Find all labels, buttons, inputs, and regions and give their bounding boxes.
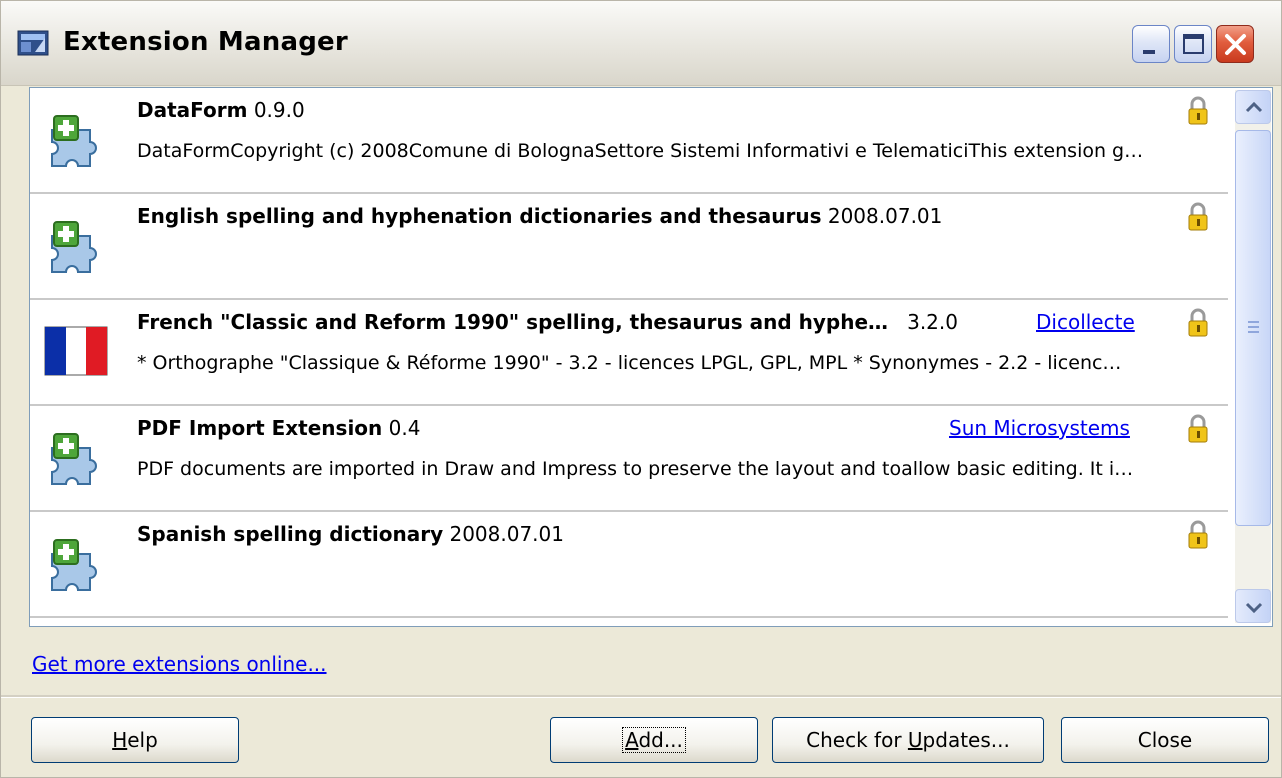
title-bar[interactable]: Extension Manager: [1, 1, 1281, 86]
vertical-scrollbar[interactable]: [1235, 90, 1271, 623]
app-icon: [17, 30, 49, 56]
scroll-up-button[interactable]: [1235, 90, 1271, 124]
chevron-down-icon: [1245, 602, 1263, 614]
puzzle-icon: [51, 115, 97, 167]
publisher-link-dicollecte[interactable]: Dicollecte: [1036, 310, 1135, 334]
maximize-icon: [1183, 34, 1204, 54]
lock-icon: [1188, 414, 1208, 443]
lock-icon: [1188, 308, 1208, 337]
extension-description: DataFormCopyright (c) 2008Comune di Bolo…: [137, 140, 1144, 162]
scroll-down-button[interactable]: [1235, 589, 1271, 623]
add-button[interactable]: Add...: [550, 717, 758, 763]
extension-name: PDF Import Extension 0.4: [137, 416, 421, 440]
lock-icon: [1188, 96, 1208, 125]
extension-name: French "Classic and Reform 1990" spellin…: [137, 310, 958, 334]
extension-name: Spanish spelling dictionary 2008.07.01: [137, 522, 564, 546]
check-for-updates-button[interactable]: Check for Updates...: [772, 717, 1044, 763]
extension-row-french-dictionaries[interactable]: French "Classic and Reform 1990" spellin…: [30, 300, 1228, 406]
separator: [1, 695, 1281, 698]
extension-list[interactable]: DataForm 0.9.0 DataFormCopyright (c) 200…: [29, 87, 1273, 627]
extension-manager-window: Extension Manager DataForm 0.9.0 DataFor…: [0, 0, 1282, 778]
extension-row-pdf-import[interactable]: PDF Import Extension 0.4 Sun Microsystem…: [30, 406, 1228, 512]
puzzle-icon: [51, 221, 97, 273]
scroll-thumb[interactable]: [1235, 130, 1271, 526]
puzzle-icon: [51, 539, 97, 591]
help-button[interactable]: Help: [31, 717, 239, 763]
extension-row-spanish-dictionary[interactable]: Spanish spelling dictionary 2008.07.01: [30, 512, 1228, 618]
extension-description: PDF documents are imported in Draw and I…: [137, 458, 1134, 480]
publisher-link-sun-microsystems[interactable]: Sun Microsystems: [949, 416, 1130, 440]
extension-row-dataform[interactable]: DataForm 0.9.0 DataFormCopyright (c) 200…: [30, 88, 1228, 194]
minimize-button[interactable]: [1132, 25, 1170, 63]
close-icon: [1225, 34, 1246, 55]
extension-row-english-dictionaries[interactable]: English spelling and hyphenation diction…: [30, 194, 1228, 300]
lock-icon: [1188, 520, 1208, 549]
puzzle-icon: [51, 433, 97, 485]
get-more-extensions-link[interactable]: Get more extensions online...: [32, 652, 327, 676]
lock-icon: [1188, 202, 1208, 231]
maximize-button[interactable]: [1174, 25, 1212, 63]
extension-description: * Orthographe "Classique & Réforme 1990"…: [137, 352, 1122, 374]
close-window-button[interactable]: [1216, 25, 1254, 63]
window-title: Extension Manager: [63, 27, 348, 57]
extension-name: English spelling and hyphenation diction…: [137, 204, 943, 228]
extension-name: DataForm 0.9.0: [137, 98, 305, 122]
close-button[interactable]: Close: [1061, 717, 1269, 763]
minimize-icon: [1143, 50, 1155, 54]
chevron-up-icon: [1245, 101, 1263, 113]
french-flag-icon: [44, 326, 108, 376]
